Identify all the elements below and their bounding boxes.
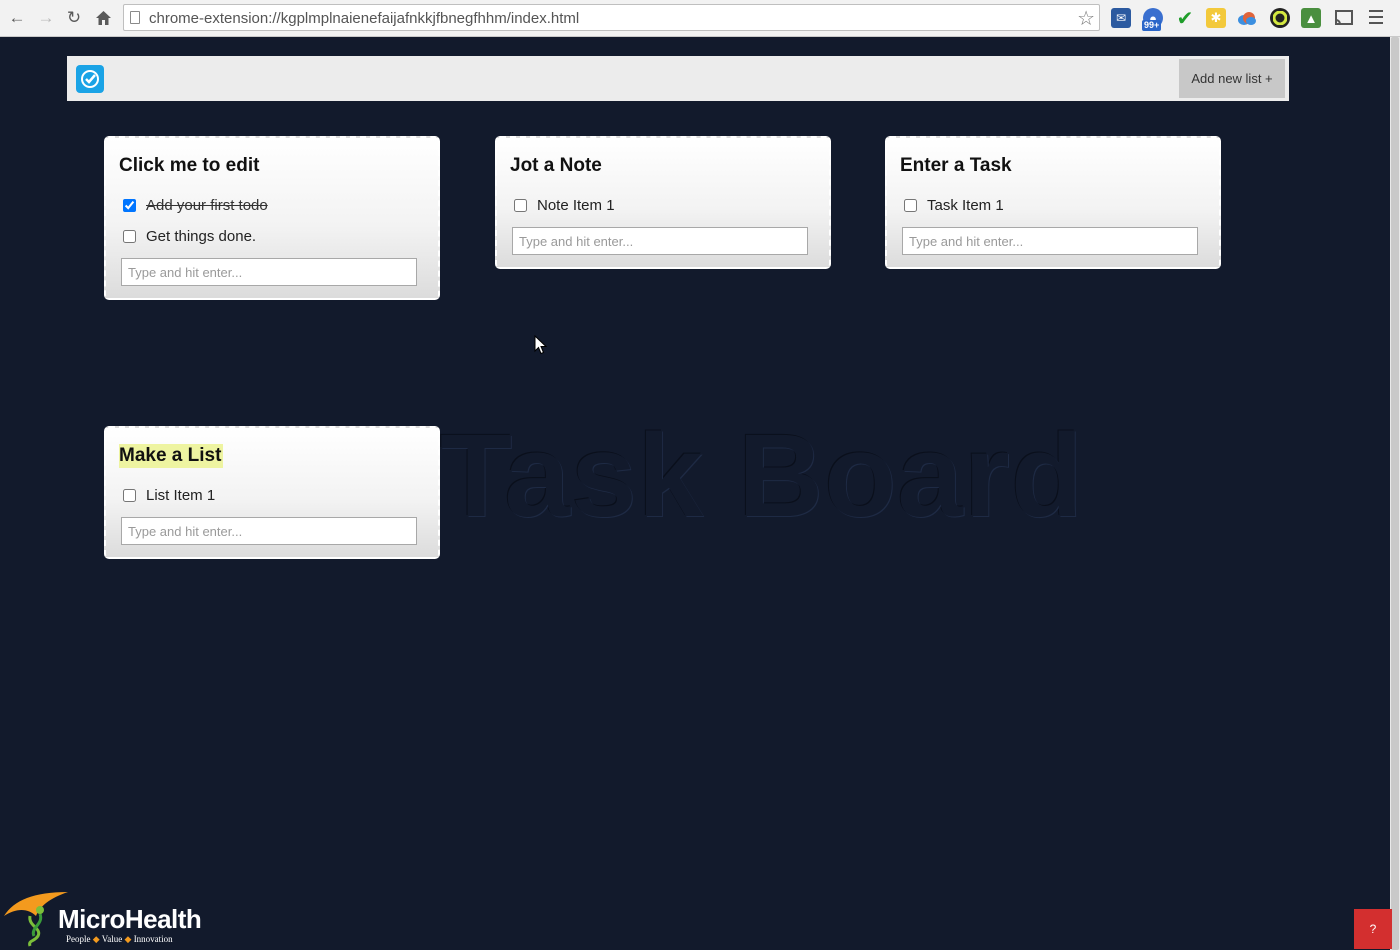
cast-icon[interactable]	[1334, 8, 1354, 28]
add-new-list-button[interactable]: Add new list +	[1179, 59, 1285, 98]
forward-icon[interactable]: →	[35, 7, 57, 29]
address-bar[interactable]: chrome-extension://kgplmplnaienefaijafnk…	[123, 4, 1100, 31]
item-label[interactable]: Note Item 1	[537, 197, 615, 214]
list-title[interactable]: Jot a Note	[510, 154, 604, 178]
mail-extension-icon[interactable]: ✉	[1111, 8, 1131, 28]
list-card-enter-a-task: Enter a Task Task Item 1	[885, 136, 1221, 269]
item-label[interactable]: Task Item 1	[927, 197, 1004, 214]
item-checkbox[interactable]	[123, 230, 136, 243]
item-checkbox[interactable]	[514, 199, 527, 212]
new-item-input[interactable]	[512, 227, 808, 255]
bookmark-star-icon[interactable]: ☆	[1077, 6, 1095, 31]
list-card-jot-a-note: Jot a Note Note Item 1	[495, 136, 831, 269]
list-item: Note Item 1	[514, 190, 815, 221]
scrollbar[interactable]	[1390, 37, 1400, 950]
tagline-word: People	[66, 934, 91, 944]
item-label[interactable]: List Item 1	[146, 487, 215, 504]
reload-icon[interactable]: ↻	[63, 7, 85, 29]
menu-icon[interactable]	[1369, 10, 1383, 28]
brand-name: MicroHealth	[58, 904, 202, 934]
new-item-input[interactable]	[121, 517, 417, 545]
page-icon	[130, 11, 140, 24]
list-item: Get things done.	[123, 221, 424, 252]
evernote-extension-icon[interactable]: ▲	[1301, 8, 1321, 28]
list-item: Task Item 1	[904, 190, 1205, 221]
item-label[interactable]: Add your first todo	[146, 197, 268, 214]
sticky-note-extension-icon[interactable]: ✱	[1206, 8, 1226, 28]
diamond-icon: ◆	[92, 934, 100, 944]
board-watermark: Task Board	[440, 410, 1084, 542]
back-icon[interactable]: ←	[6, 7, 28, 29]
address-url[interactable]: chrome-extension://kgplmplnaienefaijafnk…	[149, 10, 579, 27]
item-checkbox[interactable]	[123, 489, 136, 502]
diamond-icon: ◆	[124, 934, 132, 944]
checkmark-extension-icon[interactable]: ✔	[1175, 8, 1195, 30]
item-checkbox[interactable]	[904, 199, 917, 212]
home-icon[interactable]	[92, 7, 114, 29]
app-logo-icon	[76, 65, 104, 93]
list-card-make-a-list: Make a List List Item 1	[104, 426, 440, 559]
cloud-extension-icon[interactable]	[1237, 8, 1257, 28]
scrollbar-thumb[interactable]	[1391, 37, 1399, 950]
app-header: Add new list +	[67, 56, 1289, 101]
item-checkbox[interactable]	[123, 199, 136, 212]
color-wheel-extension-icon[interactable]	[1270, 8, 1290, 28]
tagline-word: Value	[101, 934, 123, 944]
tagline-word: Innovation	[133, 934, 173, 944]
list-card-click-me-to-edit: Click me to edit Add your first todo Get…	[104, 136, 440, 300]
mouse-cursor-icon	[534, 335, 548, 355]
list-title[interactable]: Make a List	[119, 444, 224, 468]
browser-toolbar: ← → ↻ chrome-extension://kgplmplnaienefa…	[0, 0, 1400, 37]
list-item: List Item 1	[123, 480, 424, 511]
new-item-input[interactable]	[902, 227, 1198, 255]
new-item-input[interactable]	[121, 258, 417, 286]
item-label[interactable]: Get things done.	[146, 228, 256, 245]
extension-badge: 99+	[1142, 20, 1162, 31]
list-title[interactable]: Enter a Task	[900, 154, 1014, 178]
help-button[interactable]: ?	[1354, 909, 1392, 949]
brand-tagline: People ◆ Value ◆ Innovation	[66, 934, 173, 945]
list-title[interactable]: Click me to edit	[119, 154, 261, 178]
list-item: Add your first todo	[123, 190, 424, 221]
